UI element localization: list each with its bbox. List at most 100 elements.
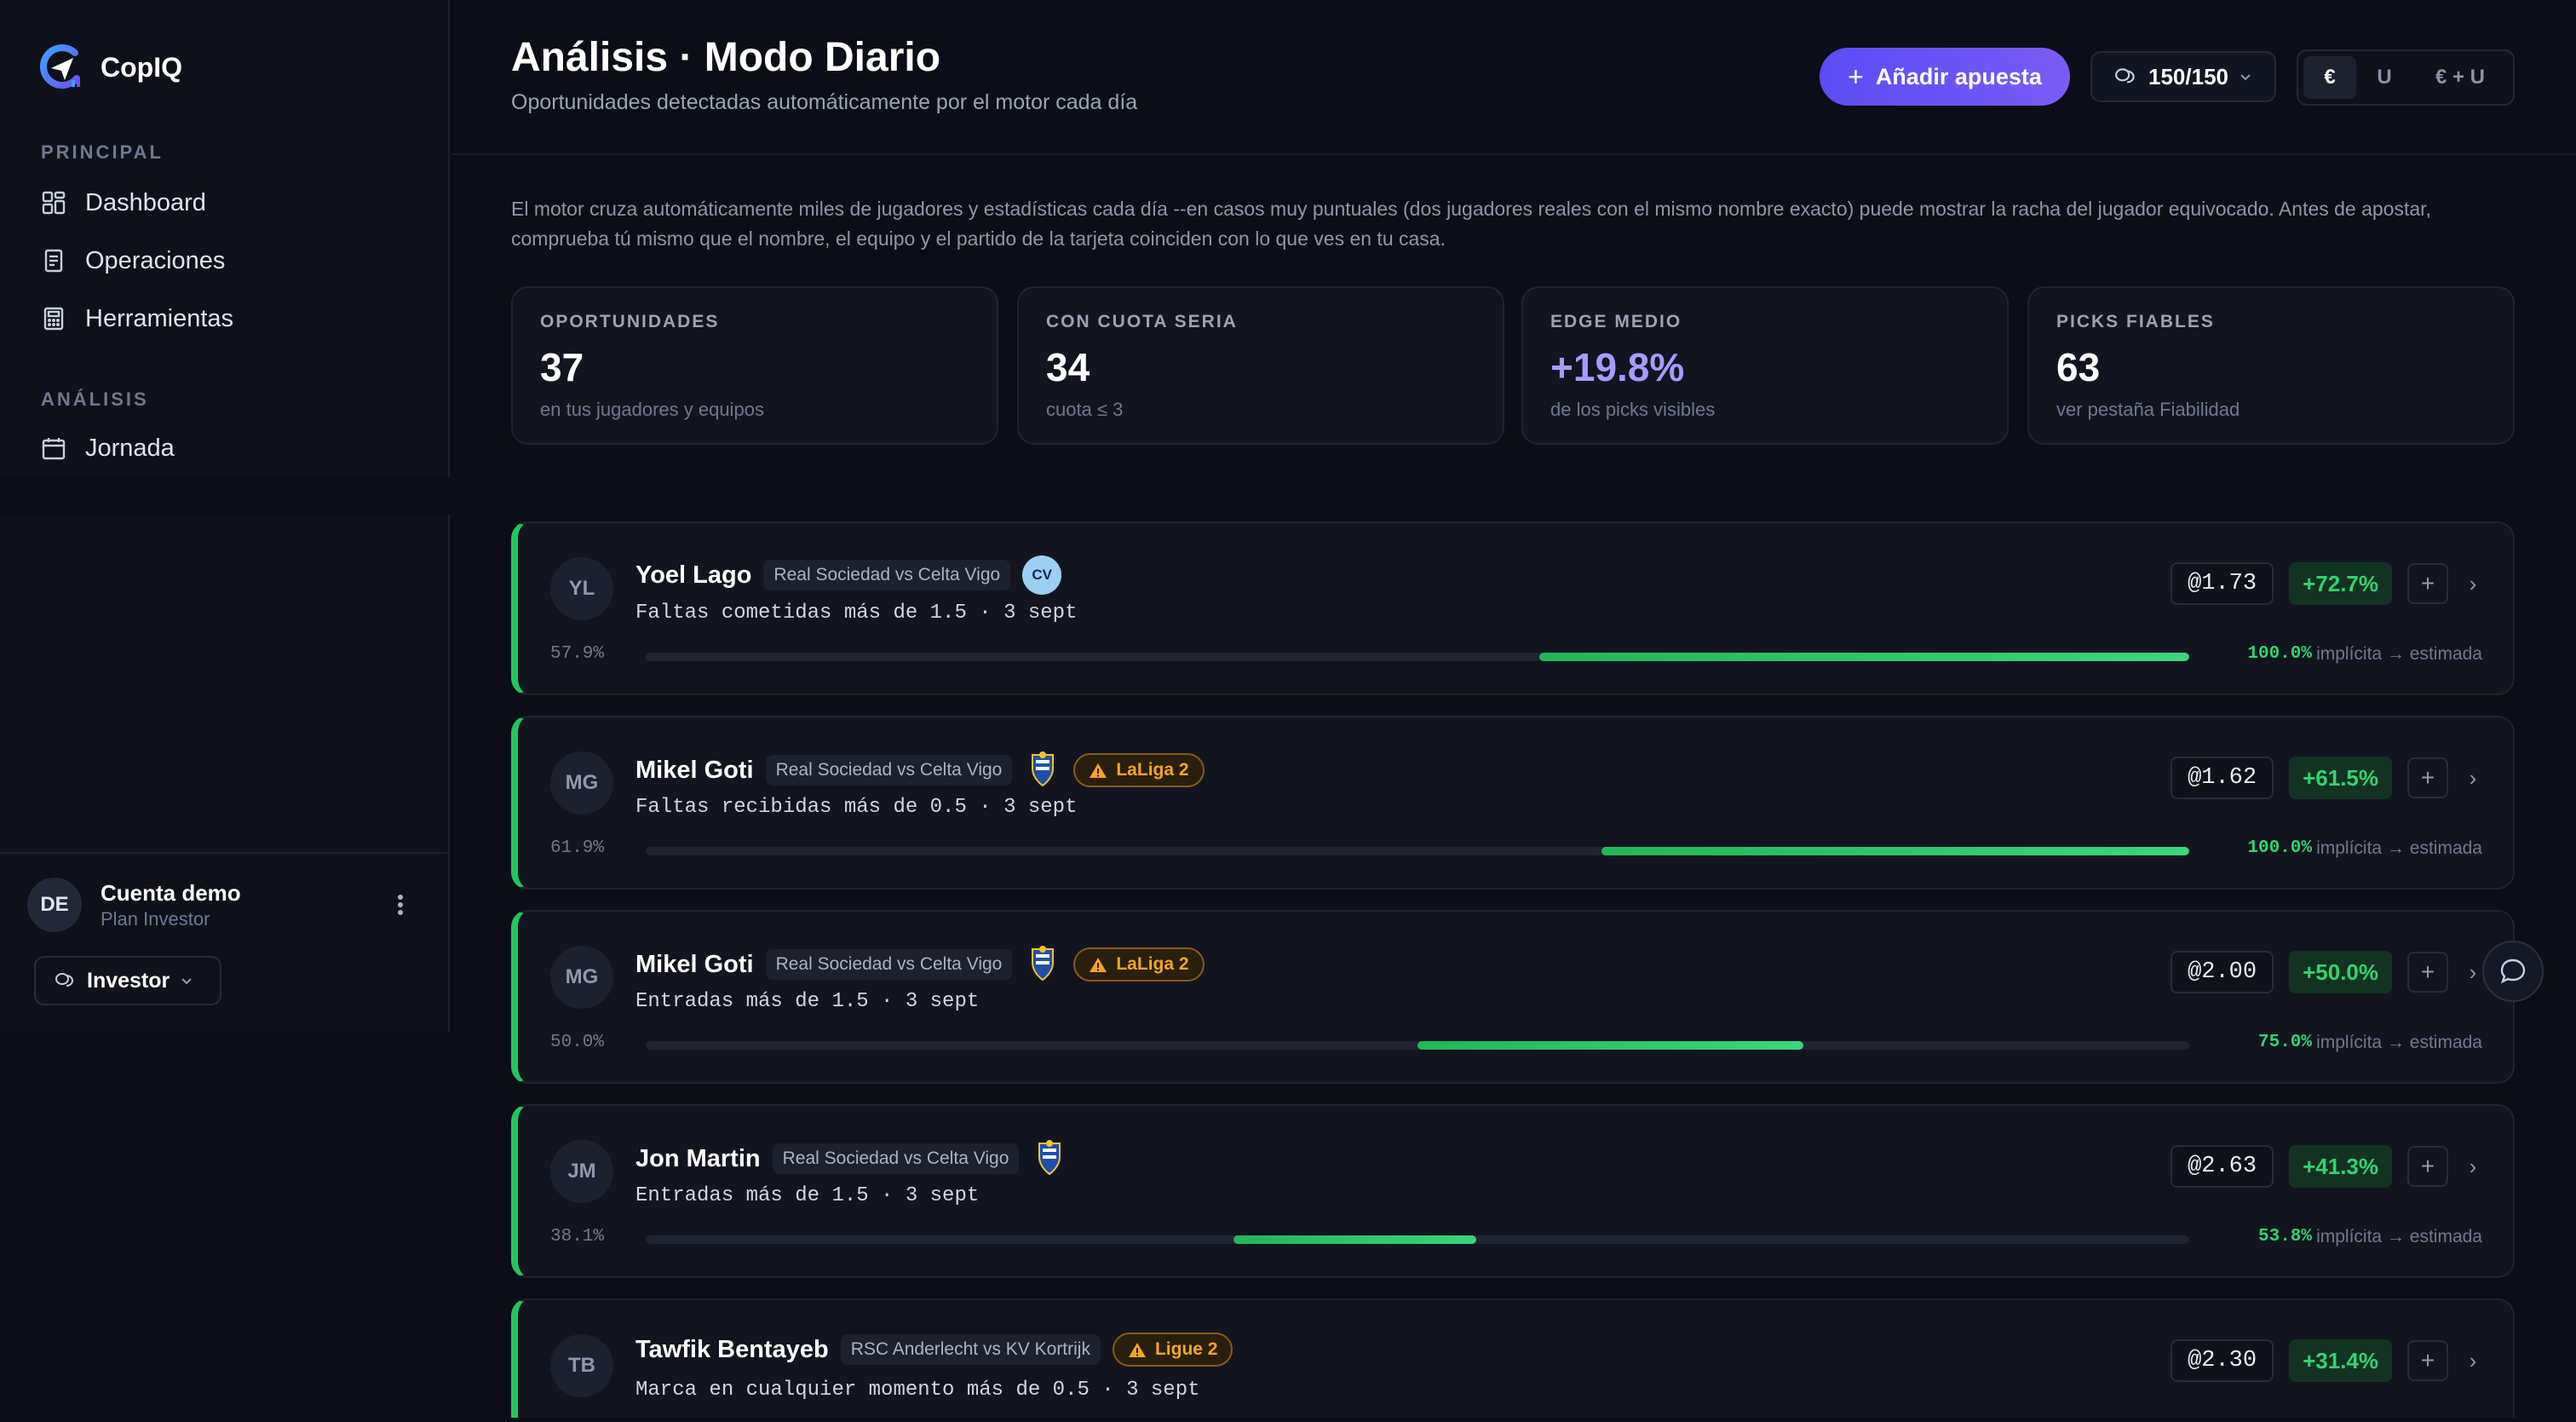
pick-header: Jon Martin Real Sociedad vs Celta Vigo	[635, 1138, 1068, 1179]
plan-selector[interactable]: Investor	[34, 956, 221, 1005]
match-badge: Real Sociedad vs Celta Vigo	[763, 560, 1011, 590]
document-icon	[44, 249, 63, 273]
estimated-probability: 100.0%	[2247, 644, 2312, 664]
app-logo[interactable]: CopIQ	[37, 43, 182, 92]
avatar: DE	[27, 878, 82, 932]
match-badge: Real Sociedad vs Celta Vigo	[772, 1143, 1020, 1174]
unit-option-euro[interactable]: €	[2303, 56, 2356, 99]
probability-fill	[1539, 653, 2189, 661]
coins-icon	[55, 973, 73, 987]
player-name: Tawfik Bentayeb	[635, 1335, 829, 1363]
sidebar: CopIQ PRINCIPAL Dashboard Operaciones He…	[0, 0, 450, 477]
edge-badge: +31.4%	[2289, 1339, 2392, 1382]
edge-badge: +50.0%	[2289, 951, 2392, 993]
stat-value: +19.8%	[1550, 345, 1685, 389]
section-label-analisis: ANÁLISIS	[41, 389, 149, 410]
plus-icon: +	[1848, 61, 1864, 92]
league-warning-badge: LaLiga 2	[1073, 753, 1205, 787]
pick-actions: @2.30 +31.4% + ›	[2171, 1339, 2482, 1382]
chevron-right-icon[interactable]: ›	[2464, 571, 2482, 596]
player-name: Mikel Goti	[635, 756, 754, 784]
odds-value[interactable]: @2.30	[2171, 1339, 2274, 1382]
unit-option-euro-units[interactable]: € + U	[2412, 56, 2508, 99]
pick-card[interactable]: TB Tawfik Bentayeb RSC Anderlecht vs KV Ko…	[511, 1298, 2515, 1418]
pick-market: Faltas cometidas más de 1.5 · 3 sept	[635, 602, 1078, 625]
player-name: Yoel Lago	[635, 561, 752, 589]
add-bet-button[interactable]: + Añadir apuesta	[1820, 48, 2070, 106]
chat-button[interactable]	[2482, 941, 2544, 1002]
implied-probability: 50.0%	[550, 1033, 605, 1052]
pick-actions: @2.63 +41.3% + ›	[2171, 1145, 2482, 1188]
add-pick-button[interactable]: +	[2407, 952, 2448, 993]
chevron-right-icon[interactable]: ›	[2464, 1154, 2482, 1179]
add-pick-button[interactable]: +	[2407, 757, 2448, 798]
chevron-right-icon[interactable]: ›	[2464, 765, 2482, 791]
pick-actions: @1.62 +61.5% + ›	[2171, 757, 2482, 799]
account-card[interactable]: DE Cuenta demo Plan Investor	[27, 878, 241, 932]
add-pick-button[interactable]: +	[2407, 1146, 2448, 1187]
stat-card-serious-odds: CON CUOTA SERIA 34 cuota ≤ 3	[1017, 286, 1504, 445]
odds-value[interactable]: @1.73	[2171, 562, 2274, 605]
usage-limit-selector[interactable]: 150/150	[2090, 51, 2276, 102]
pick-header: Mikel Goti Real Sociedad vs Celta Vigo LaL…	[635, 944, 1205, 985]
sidebar-footer	[0, 515, 450, 1033]
stat-hint: ver pestaña Fiabilidad	[2056, 399, 2240, 420]
calculator-icon	[43, 307, 64, 331]
odds-value[interactable]: @2.00	[2171, 951, 2274, 993]
account-menu-icon[interactable]	[390, 891, 411, 918]
sidebar-item-label: Herramientas	[85, 304, 234, 332]
account-name: Cuenta demo	[101, 879, 241, 906]
calendar-icon	[42, 438, 66, 460]
page-title: Análisis · Modo Diario	[511, 35, 941, 80]
probability-track	[646, 1041, 2189, 1050]
copiq-logo-icon	[39, 44, 80, 89]
add-pick-button[interactable]: +	[2407, 563, 2448, 604]
edge-badge: +72.7%	[2289, 562, 2392, 605]
probability-fill	[1601, 847, 2189, 855]
odds-value[interactable]: @1.62	[2171, 757, 2274, 799]
probability-legend: implícita → estimada	[2316, 838, 2482, 858]
sidebar-item-jornada[interactable]: Jornada	[41, 429, 175, 467]
chevron-right-icon[interactable]: ›	[2464, 1348, 2482, 1373]
player-avatar: TB	[550, 1334, 613, 1397]
team-badge: CV	[1022, 556, 1062, 595]
sidebar-item-dashboard[interactable]: Dashboard	[41, 184, 206, 222]
player-avatar: JM	[550, 1140, 613, 1203]
team-crest-icon	[1038, 1140, 1061, 1176]
implied-probability: 38.1%	[550, 1227, 605, 1246]
pick-card[interactable]: MG Mikel Goti Real Sociedad vs Celta Vigo L…	[511, 910, 2515, 1084]
player-avatar: YL	[550, 557, 613, 620]
stat-label: OPORTUNIDADES	[540, 312, 720, 331]
stat-value: 34	[1046, 345, 1090, 389]
stat-value: 37	[540, 345, 584, 389]
edge-badge: +41.3%	[2289, 1145, 2392, 1188]
stat-card-reliable-picks[interactable]: PICKS FIABLES 63 ver pestaña Fiabilidad	[2027, 286, 2515, 445]
sidebar-divider	[0, 852, 448, 854]
unit-option-units[interactable]: U	[2360, 56, 2409, 99]
sidebar-item-label: Jornada	[85, 434, 175, 462]
add-pick-button[interactable]: +	[2407, 1340, 2448, 1381]
sidebar-item-herramientas[interactable]: Herramientas	[41, 300, 233, 337]
league-warning-label: Ligue 2	[1154, 1339, 1218, 1359]
header-divider	[451, 153, 2576, 155]
odds-value[interactable]: @2.63	[2171, 1145, 2274, 1188]
probability-track	[646, 653, 2189, 661]
match-badge: Real Sociedad vs Celta Vigo	[765, 755, 1013, 786]
stat-hint: de los picks visibles	[1550, 399, 1716, 420]
implied-probability: 57.9%	[550, 644, 605, 664]
sidebar-item-operaciones[interactable]: Operaciones	[41, 242, 225, 279]
estimated-probability: 75.0%	[2257, 1033, 2312, 1052]
pick-card[interactable]: JM Jon Martin Real Sociedad vs Celta Vigo E…	[511, 1104, 2515, 1278]
stat-label: CON CUOTA SERIA	[1046, 312, 1238, 331]
pick-market: Entradas más de 1.5 · 3 sept	[635, 990, 980, 1013]
chevron-right-icon[interactable]: ›	[2464, 959, 2482, 985]
sidebar-item-label: Dashboard	[85, 188, 206, 216]
pick-market: Entradas más de 1.5 · 3 sept	[635, 1184, 980, 1207]
account-plan: Plan Investor	[101, 907, 210, 930]
league-warning-label: LaLiga 2	[1116, 760, 1189, 780]
stat-card-opportunities: OPORTUNIDADES 37 en tus jugadores y equi…	[511, 286, 998, 445]
probability-legend: implícita → estimada	[2316, 1227, 2482, 1246]
team-crest-icon	[1032, 751, 1055, 787]
pick-card[interactable]: MG Mikel Goti Real Sociedad vs Celta Vigo L…	[511, 716, 2515, 889]
pick-card[interactable]: YL Yoel Lago Real Sociedad vs Celta Vigo CV…	[511, 521, 2515, 695]
